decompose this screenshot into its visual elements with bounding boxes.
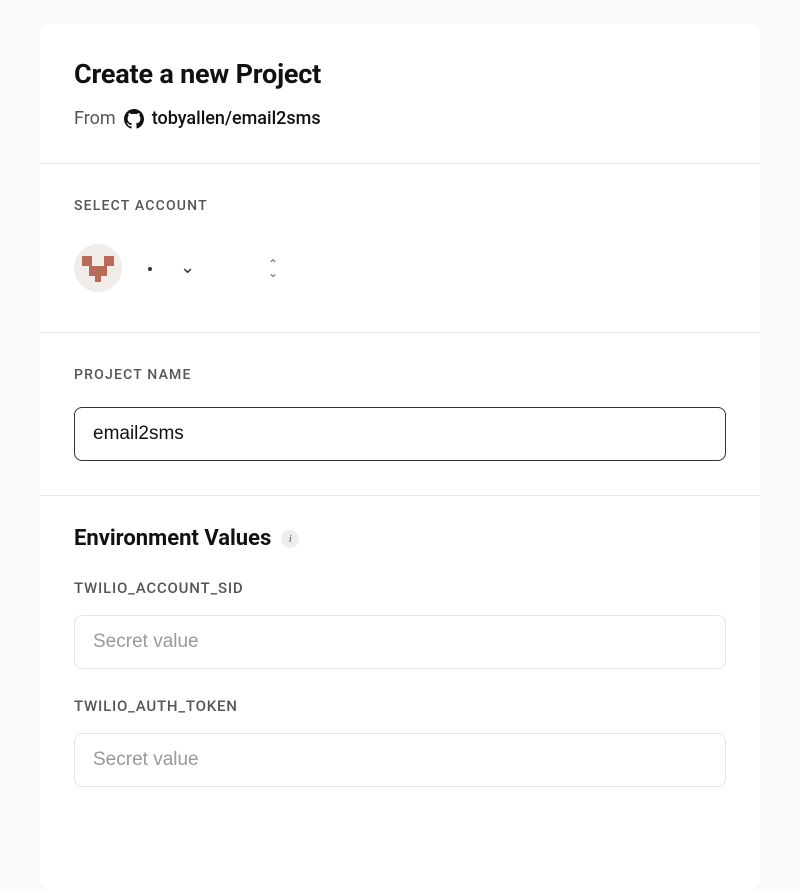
select-account-section: SELECT ACCOUNT ⌃⌄ [40,163,760,332]
project-create-card: Create a new Project From tobyallen/emai… [40,24,760,889]
account-name: ⌃⌄ [138,257,726,279]
env-var-label: TWILIO_ACCOUNT_SID [74,579,726,597]
avatar [74,244,122,292]
env-var-input-twilio-account-sid[interactable] [74,615,726,669]
env-var-input-twilio-auth-token[interactable] [74,733,726,787]
info-icon[interactable]: i [281,530,299,548]
env-section-title: Environment Values i [74,526,726,551]
account-selector[interactable]: ⌃⌄ [74,238,726,298]
environment-values-section: Environment Values i TWILIO_ACCOUNT_SID … [40,495,760,827]
header-section: Create a new Project From tobyallen/emai… [40,24,760,163]
repo-name: tobyallen/email2sms [152,108,321,129]
project-name-label: PROJECT NAME [74,367,726,383]
project-name-input[interactable] [74,407,726,461]
env-title-text: Environment Values [74,526,271,551]
project-name-section: PROJECT NAME [40,332,760,495]
account-name-text [138,257,218,279]
github-icon [124,109,144,129]
repo-source-line: From tobyallen/email2sms [74,108,726,129]
page-title: Create a new Project [74,58,726,90]
from-label: From [74,108,116,129]
chevron-up-down-icon: ⌃⌄ [268,260,278,277]
select-account-label: SELECT ACCOUNT [74,198,726,214]
env-var-block: TWILIO_AUTH_TOKEN [74,697,726,787]
env-var-label: TWILIO_AUTH_TOKEN [74,697,726,715]
env-var-block: TWILIO_ACCOUNT_SID [74,579,726,669]
